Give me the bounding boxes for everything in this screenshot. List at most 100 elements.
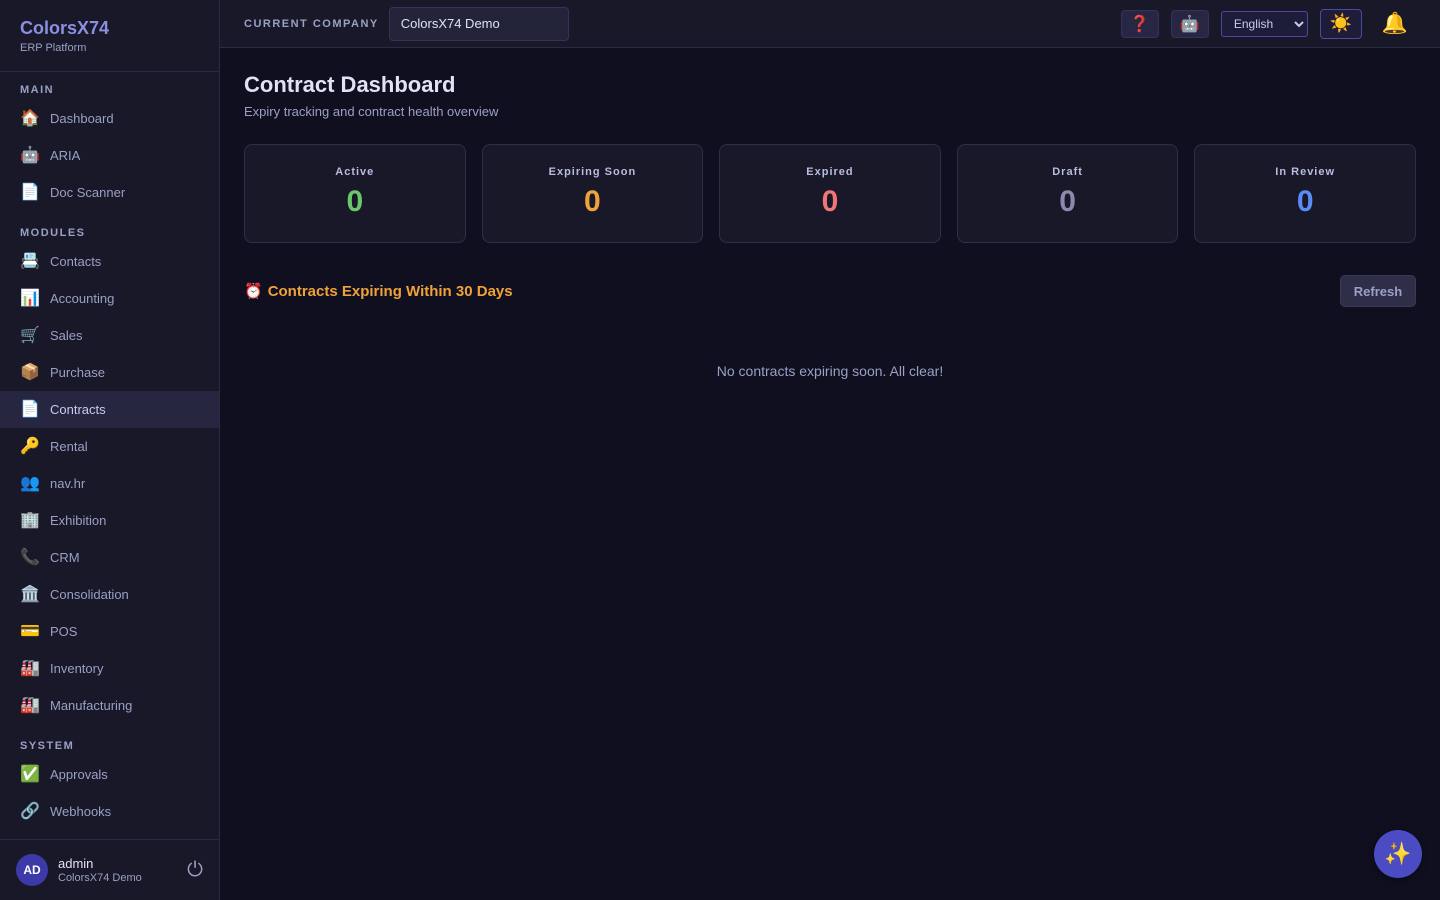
sidebar-item-label: Dashboard [50, 111, 114, 126]
check-mark-icon: ✅ [20, 765, 40, 783]
sun-icon: ☀️ [1329, 13, 1353, 33]
user-company: ColorsX74 Demo [58, 872, 142, 884]
sidebar-item-label: Manufacturing [50, 698, 133, 713]
language-select[interactable]: English [1220, 10, 1308, 37]
stat-label: In Review [1275, 166, 1336, 178]
sidebar-item-label: Sales [50, 328, 83, 343]
sidebar-nav: MAIN 🏠 Dashboard 🤖 ARIA 📄 Doc Scanner MODULES 📇 C… [0, 72, 219, 839]
help-button[interactable]: ❓ [1120, 9, 1159, 38]
key-icon: 🔑 [20, 437, 40, 455]
sidebar-item-contracts[interactable]: 📄 Contracts [0, 391, 219, 428]
sidebar-item-contacts[interactable]: 📇 Contacts [0, 243, 219, 280]
power-icon[interactable]: ⏻ [187, 859, 203, 882]
user-name: admin [58, 856, 94, 871]
robot-icon: 🤖 [1179, 15, 1200, 33]
sidebar-item-exhibition[interactable]: 🏢 Exhibition [0, 502, 219, 539]
stat-card-draft: Draft 0 [956, 144, 1179, 243]
stats-row: Active 0 Expiring Soon 0 Expired 0 Draft… [244, 144, 1416, 243]
sidebar-item-dashboard[interactable]: 🏠 Dashboard [0, 100, 219, 137]
sidebar-item-label: Contracts [50, 402, 106, 417]
sidebar-item-approvals[interactable]: ✅ Approvals [0, 756, 219, 793]
alarm-clock-icon: ⏰ [244, 283, 263, 300]
stat-card-in-review: In Review 0 [1194, 144, 1416, 243]
sidebar-item-manufacturing[interactable]: 🏭 Manufacturing [0, 687, 219, 724]
sidebar-item-consolidation[interactable]: 🏛️ Consolidation [0, 576, 219, 613]
sidebar-item-label: Exhibition [50, 513, 107, 528]
sidebar-item-label: Rental [50, 439, 88, 454]
stat-value: 0 [1059, 185, 1076, 218]
factory-icon: 🏭 [20, 696, 40, 714]
sidebar-item-label: Contacts [50, 254, 102, 269]
sidebar-item-label: CRM [50, 550, 80, 565]
sidebar-item-nav-hr[interactable]: 👥 nav.hr [0, 465, 219, 502]
sidebar-item-crm[interactable]: 📞 CRM [0, 539, 219, 576]
sidebar-item-label: nav.hr [50, 476, 86, 491]
link-icon: 🔗 [20, 802, 40, 820]
office-building-icon: 🏢 [20, 511, 40, 529]
main-content: Contract Dashboard Expiry tracking and c… [244, 48, 1416, 379]
theme-toggle-button[interactable]: ☀️ [1319, 8, 1362, 39]
sidebar-item-label: ARIA [50, 148, 81, 163]
assistant-button[interactable]: 🤖 [1170, 9, 1209, 38]
sidebar-item-aria[interactable]: 🤖 ARIA [0, 137, 219, 174]
topbar: CURRENT COMPANY ❓ 🤖 English ☀️ 🔔 [220, 0, 1440, 48]
ai-assistant-fab[interactable]: ✨ [1374, 830, 1422, 878]
sidebar-item-label: Accounting [50, 291, 115, 306]
sidebar-section-label: MODULES [20, 227, 86, 239]
phone-icon: 📞 [20, 548, 40, 566]
sidebar-item-webhooks[interactable]: 🔗 Webhooks [0, 793, 219, 830]
sidebar-item-sales[interactable]: 🛒 Sales [0, 317, 219, 354]
card-index-icon: 📇 [20, 252, 40, 270]
people-icon: 👥 [20, 474, 40, 492]
avatar[interactable]: AD [16, 854, 48, 886]
sidebar-section-label: MAIN [20, 84, 55, 96]
user-meta: admin ColorsX74 Demo [58, 856, 187, 884]
sidebar-item-label: POS [50, 624, 78, 639]
sidebar-item-label: Approvals [50, 767, 108, 782]
sidebar-item-purchase[interactable]: 📦 Purchase [0, 354, 219, 391]
sidebar-item-pos[interactable]: 💳 POS [0, 613, 219, 650]
stat-value: 0 [346, 185, 364, 218]
sidebar-item-inventory[interactable]: 🏭 Inventory [0, 650, 219, 687]
stat-value: 0 [584, 185, 601, 218]
page-title: Contract Dashboard [244, 72, 456, 97]
sidebar-item-label: Doc Scanner [50, 185, 126, 200]
user-box: AD admin ColorsX74 Demo ⏻ [0, 839, 219, 900]
sidebar-item-label: Inventory [50, 661, 104, 676]
sidebar-item-label: Webhooks [50, 804, 112, 819]
sidebar: ColorsX74 ERP Platform MAIN 🏠 Dashboard 🤖 AR… [0, 0, 220, 900]
document-icon: 📄 [20, 400, 40, 418]
page-subtitle: Expiry tracking and contract health over… [244, 104, 499, 119]
stat-card-active: Active 0 [244, 144, 466, 243]
help-icon: ❓ [1129, 15, 1150, 33]
stat-card-expired: Expired 0 [719, 144, 941, 243]
expiring-title-text: Contracts Expiring Within 30 Days [267, 282, 513, 300]
robot-icon: 🤖 [20, 146, 40, 164]
company-input[interactable] [388, 6, 569, 41]
stat-label: Expiring Soon [548, 166, 637, 178]
sidebar-item-label: Purchase [50, 365, 105, 380]
expiring-header: ⏰ Contracts Expiring Within 30 Days Refr… [244, 275, 1416, 307]
stat-label: Active [335, 166, 375, 178]
refresh-button[interactable]: Refresh [1340, 275, 1416, 307]
stat-label: Expired [806, 166, 854, 178]
bar-chart-icon: 📊 [20, 289, 40, 307]
factory-icon: 🏭 [20, 659, 40, 677]
sidebar-item-accounting[interactable]: 📊 Accounting [0, 280, 219, 317]
credit-card-icon: 💳 [20, 622, 40, 640]
sidebar-item-rental[interactable]: 🔑 Rental [0, 428, 219, 465]
classical-building-icon: 🏛️ [20, 585, 40, 603]
bell-icon[interactable]: 🔔 [1382, 12, 1408, 36]
document-icon: 📄 [20, 183, 40, 201]
expiring-title: ⏰ Contracts Expiring Within 30 Days [244, 282, 513, 301]
stat-card-expiring-soon: Expiring Soon 0 [481, 144, 704, 243]
brand: ColorsX74 ERP Platform [0, 0, 219, 72]
sidebar-section-label: SYSTEM [20, 740, 75, 752]
house-icon: 🏠 [20, 109, 40, 127]
stat-value: 0 [1296, 185, 1314, 218]
sidebar-item-doc-scanner[interactable]: 📄 Doc Scanner [0, 174, 219, 211]
package-icon: 📦 [20, 363, 40, 381]
company-label: CURRENT COMPANY [244, 17, 379, 30]
empty-state-message: No contracts expiring soon. All clear! [716, 363, 944, 379]
sidebar-item-label: Consolidation [50, 587, 129, 602]
